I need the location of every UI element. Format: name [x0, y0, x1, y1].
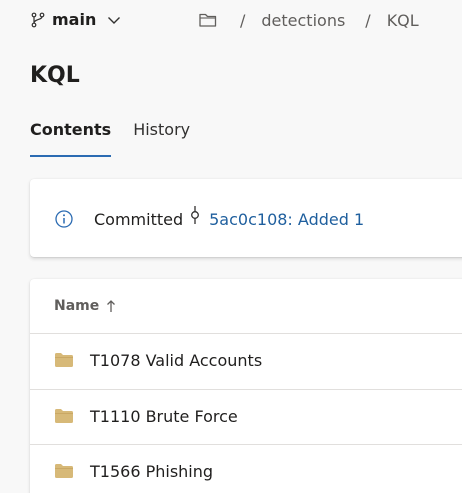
breadcrumb-item-detections[interactable]: detections: [261, 11, 345, 30]
chevron-down-icon: [106, 12, 122, 28]
sort-ascending-icon: [105, 299, 117, 313]
column-header-name[interactable]: Name: [54, 296, 117, 316]
commit-link[interactable]: 5ac0c108: Added 1: [209, 210, 364, 229]
branch-selector[interactable]: main: [30, 8, 122, 32]
breadcrumb-item-kql[interactable]: KQL: [387, 11, 419, 30]
breadcrumb-separator: /: [365, 10, 371, 30]
files-list: Name T1078 Valid Accounts T1110 Brute Fo…: [30, 279, 462, 493]
folder-name: T1110 Brute Force: [90, 407, 238, 426]
folder-icon: [54, 408, 74, 424]
folder-name: T1566 Phishing: [90, 462, 214, 481]
info-icon: [54, 209, 74, 229]
table-row[interactable]: T1078 Valid Accounts: [30, 334, 462, 388]
folder-icon[interactable]: [198, 11, 218, 29]
commit-icon: [189, 206, 201, 224]
branch-icon: [30, 12, 46, 28]
tab-bar: Contents History: [30, 116, 190, 158]
folder-icon: [54, 352, 74, 368]
folder-icon: [54, 463, 74, 479]
folder-name: T1078 Valid Accounts: [90, 351, 263, 370]
top-bar: main / detections / KQL: [0, 0, 462, 40]
page: main / detections / KQL KQL Contents His…: [0, 0, 462, 493]
breadcrumb: / detections / KQL: [198, 8, 419, 32]
branch-name: main: [52, 10, 97, 29]
commit-card: Committed 5ac0c108: Added 1: [30, 179, 462, 257]
tab-contents[interactable]: Contents: [30, 116, 112, 158]
column-header-label: Name: [54, 298, 100, 314]
commit-info: Committed 5ac0c108: Added 1: [54, 206, 364, 231]
tab-history[interactable]: History: [133, 116, 190, 158]
page-title: KQL: [30, 63, 80, 88]
breadcrumb-separator: /: [240, 10, 246, 30]
table-row[interactable]: T1110 Brute Force: [30, 390, 462, 444]
committed-label: Committed: [94, 209, 184, 229]
table-row[interactable]: T1566 Phishing: [30, 445, 462, 493]
